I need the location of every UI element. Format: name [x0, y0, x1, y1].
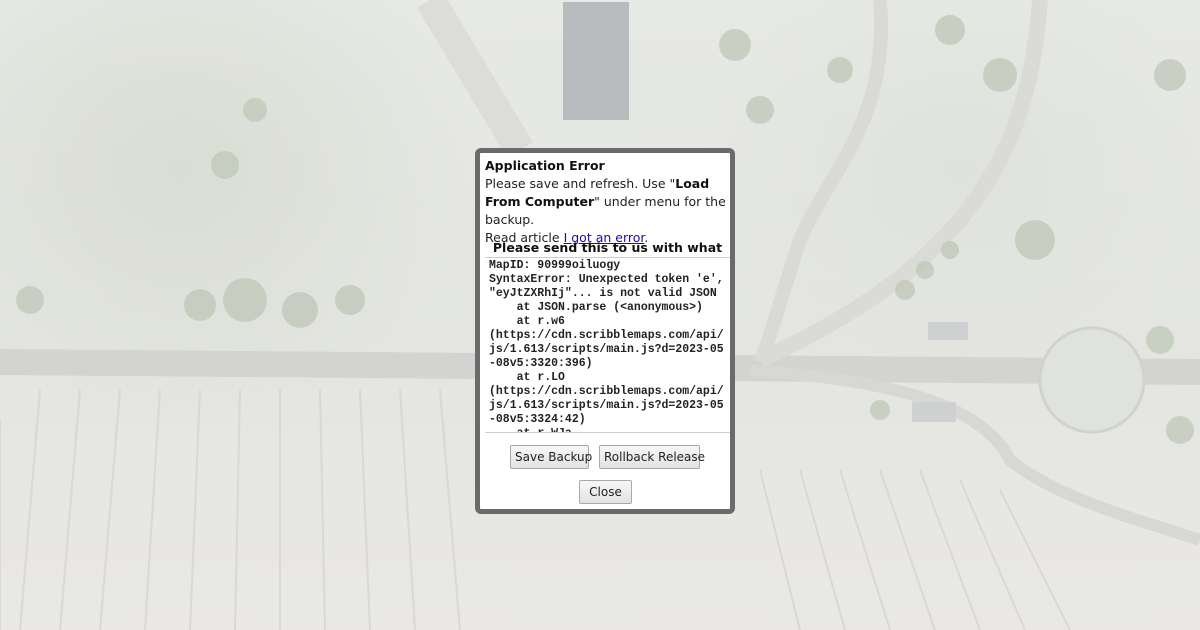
- error-trace-box[interactable]: MapID: 90999oiluogy SyntaxError: Unexpec…: [485, 257, 730, 433]
- error-instructions: Please save and refresh. Use "Load From …: [485, 175, 730, 247]
- dialog-title: Application Error: [485, 158, 605, 173]
- close-button[interactable]: Close: [579, 480, 632, 504]
- error-trace-text: MapID: 90999oiluogy SyntaxError: Unexpec…: [489, 259, 724, 432]
- application-error-dialog: Application Error Please save and refres…: [475, 148, 735, 514]
- instructions-text: Please save and refresh. Use ": [485, 176, 676, 191]
- dialog-content: Application Error Please save and refres…: [485, 157, 730, 247]
- rollback-release-button[interactable]: Rollback Release: [599, 445, 705, 469]
- save-backup-button[interactable]: Save Backup: [510, 445, 592, 469]
